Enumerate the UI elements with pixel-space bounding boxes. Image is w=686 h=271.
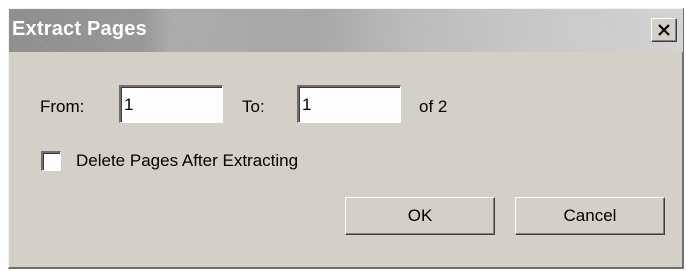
extract-pages-dialog: Extract Pages From: To: of 2 Delete Page… [8,8,684,269]
delete-pages-label[interactable]: Delete Pages After Extracting [76,151,298,171]
from-page-input[interactable] [119,85,223,123]
cancel-button[interactable]: Cancel [515,197,665,235]
dialog-title: Extract Pages [12,18,147,40]
to-page-input[interactable] [297,85,401,123]
ok-button[interactable]: OK [345,197,495,235]
from-label: From: [40,97,85,116]
delete-pages-checkbox[interactable] [41,151,61,171]
close-icon [658,24,670,36]
page-count-text: of 2 [419,97,448,116]
close-button[interactable] [651,18,677,42]
title-bar[interactable]: Extract Pages [9,9,683,52]
to-label: To: [242,97,265,116]
